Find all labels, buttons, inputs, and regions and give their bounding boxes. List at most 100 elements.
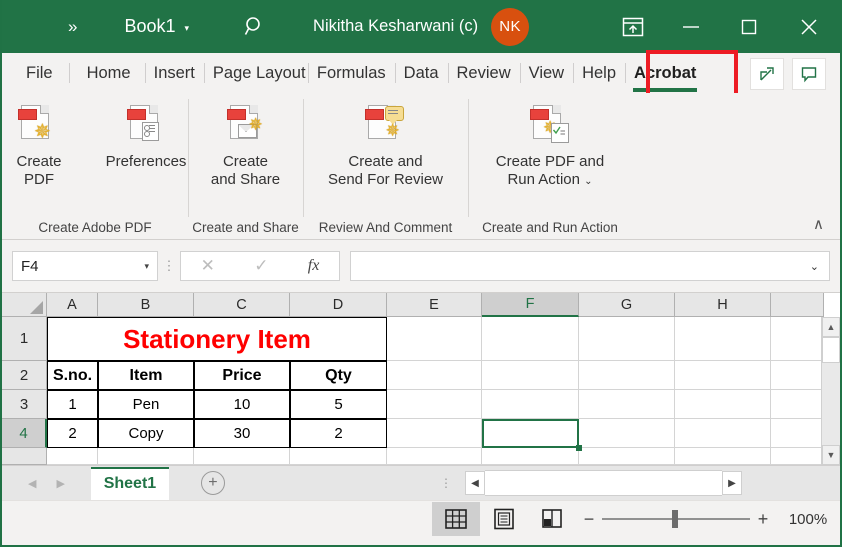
active-cell-selection[interactable] [482, 419, 579, 448]
tab-insert[interactable]: Insert [144, 56, 204, 90]
scroll-left-button[interactable]: ◀ [464, 471, 485, 495]
cell-E4[interactable] [387, 419, 482, 448]
cell-A2[interactable]: S.no. [47, 361, 98, 390]
fill-handle[interactable] [576, 445, 582, 451]
sheet-tab-sheet1[interactable]: Sheet1 [90, 466, 169, 500]
cell-E5[interactable] [387, 448, 482, 465]
normal-view-button[interactable] [432, 502, 480, 536]
row-header-5[interactable] [2, 448, 47, 465]
create-pdf-button[interactable]: ✵ Create PDF [0, 102, 90, 189]
collapse-ribbon-button[interactable]: ∧ [813, 215, 824, 233]
tab-formulas[interactable]: Formulas [307, 56, 395, 90]
column-header-e[interactable]: E [387, 293, 482, 317]
column-header-a[interactable]: A [47, 293, 98, 317]
cell-B4[interactable]: Copy [98, 419, 194, 448]
vertical-scrollbar[interactable]: ▲ ▼ [821, 317, 840, 465]
cell-A1-title[interactable]: Stationery Item [47, 317, 387, 361]
cell-G5[interactable] [579, 448, 675, 465]
cell-F2[interactable] [482, 361, 579, 390]
tab-help[interactable]: Help [573, 56, 625, 90]
cell-E2[interactable] [387, 361, 482, 390]
cell-I4[interactable] [771, 419, 824, 448]
row-header-1[interactable]: 1 [2, 317, 47, 361]
close-button[interactable] [778, 0, 840, 53]
cell-H3[interactable] [675, 390, 771, 419]
cell-G4[interactable] [579, 419, 675, 448]
formula-bar-grip[interactable]: ⋮ [158, 259, 180, 272]
formula-input[interactable]: ⌄ [350, 251, 830, 281]
tab-review[interactable]: Review [447, 56, 520, 90]
zoom-in-button[interactable]: + [750, 509, 776, 530]
ribbon-display-options-button[interactable] [604, 0, 662, 53]
zoom-out-button[interactable]: − [576, 509, 602, 530]
cell-H5[interactable] [675, 448, 771, 465]
column-header-b[interactable]: B [98, 293, 194, 317]
cell-A5[interactable] [47, 448, 98, 465]
cell-F3[interactable] [482, 390, 579, 419]
cell-H4[interactable] [675, 419, 771, 448]
select-all-corner[interactable] [2, 293, 47, 317]
cell-D3[interactable]: 5 [290, 390, 387, 419]
cell-G2[interactable] [579, 361, 675, 390]
enter-icon[interactable]: ✓ [254, 256, 268, 276]
cell-D2[interactable]: Qty [290, 361, 387, 390]
cell-F1[interactable] [482, 317, 579, 361]
cell-C3[interactable]: 10 [194, 390, 290, 419]
row-header-4[interactable]: 4 [2, 419, 47, 448]
zoom-level-label[interactable]: 100% [776, 511, 840, 528]
horizontal-scroll-track[interactable] [484, 470, 722, 496]
cell-B2[interactable]: Item [98, 361, 194, 390]
page-break-view-button[interactable] [528, 502, 576, 536]
create-and-share-button[interactable]: ✵ Create and Share [180, 102, 311, 189]
column-header-f[interactable]: F [482, 293, 579, 317]
cell-A4[interactable]: 2 [47, 419, 98, 448]
qat-overflow-button[interactable]: » [68, 17, 78, 37]
cell-G1[interactable] [579, 317, 675, 361]
cell-B5[interactable] [98, 448, 194, 465]
scroll-down-button[interactable]: ▼ [822, 445, 840, 465]
cell-E1[interactable] [387, 317, 482, 361]
expand-formula-bar-icon[interactable]: ⌄ [810, 260, 819, 273]
cell-B3[interactable]: Pen [98, 390, 194, 419]
tab-home[interactable]: Home [68, 56, 145, 90]
zoom-slider[interactable] [602, 510, 750, 528]
column-header-g[interactable]: G [579, 293, 675, 317]
cell-F5[interactable] [482, 448, 579, 465]
cell-H2[interactable] [675, 361, 771, 390]
cell-G3[interactable] [579, 390, 675, 419]
cell-I2[interactable] [771, 361, 824, 390]
cell-I5[interactable] [771, 448, 824, 465]
tab-page-layout[interactable]: Page Layout [203, 56, 308, 90]
scroll-right-button[interactable]: ▶ [721, 471, 742, 495]
workbook-name-button[interactable]: Book1 ▾ [124, 16, 189, 37]
cell-D4[interactable]: 2 [290, 419, 387, 448]
name-box[interactable]: F4 ▾ [12, 251, 158, 281]
column-header-d[interactable]: D [290, 293, 387, 317]
create-and-send-for-review-button[interactable]: ✵ Create and Send For Review [295, 102, 476, 189]
cell-H1[interactable] [675, 317, 771, 361]
cancel-icon[interactable]: ✕ [201, 256, 215, 276]
maximize-button[interactable] [720, 0, 778, 53]
row-header-3[interactable]: 3 [2, 390, 47, 419]
add-sheet-button[interactable]: + [200, 471, 225, 495]
next-sheet-button[interactable]: ▶ [56, 477, 64, 490]
insert-function-icon[interactable]: fx [308, 257, 320, 275]
cell-A3[interactable]: 1 [47, 390, 98, 419]
minimize-button[interactable] [662, 0, 720, 53]
tab-view[interactable]: View [519, 56, 573, 90]
share-icon[interactable] [750, 58, 784, 90]
column-header-i[interactable] [771, 293, 824, 317]
cell-D5[interactable] [290, 448, 387, 465]
cell-C5[interactable] [194, 448, 290, 465]
create-pdf-and-run-action-button[interactable]: ✵ Create PDF and Run Action ⌄ [460, 102, 640, 191]
comment-icon[interactable] [792, 58, 826, 90]
cell-I1[interactable] [771, 317, 824, 361]
page-layout-view-button[interactable] [480, 502, 528, 536]
cell-C4[interactable]: 30 [194, 419, 290, 448]
zoom-slider-thumb[interactable] [672, 510, 678, 528]
cell-C2[interactable]: Price [194, 361, 290, 390]
cell-I3[interactable] [771, 390, 824, 419]
cell-E3[interactable] [387, 390, 482, 419]
horizontal-scrollbar[interactable]: ◀ ▶ [464, 470, 742, 496]
tab-file[interactable]: File [2, 56, 69, 90]
